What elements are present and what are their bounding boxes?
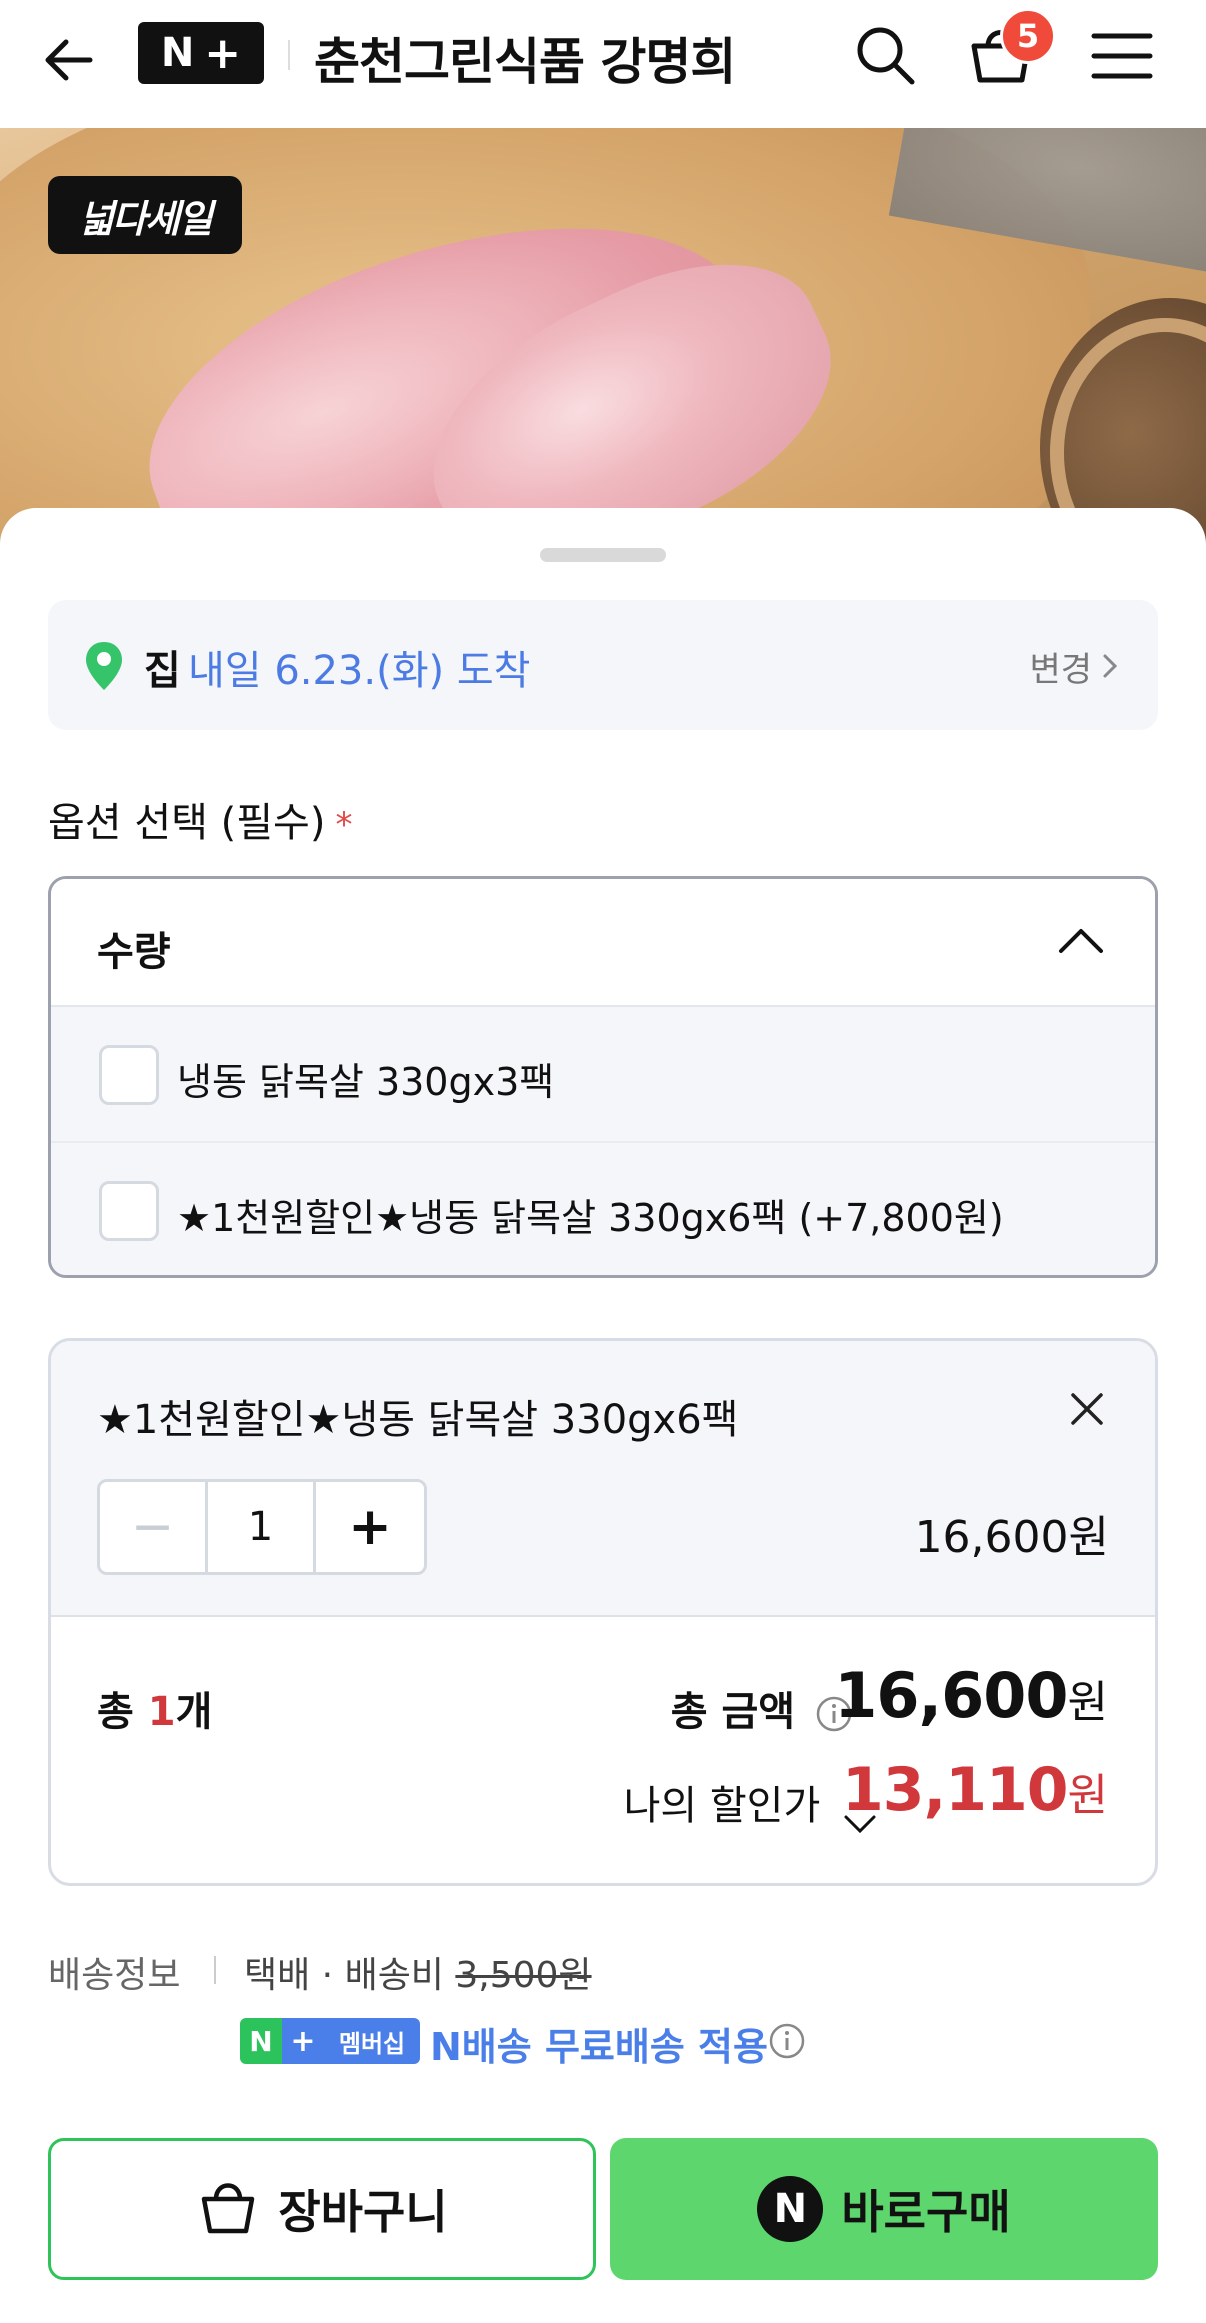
- option-dropdown-label: 수량: [97, 929, 171, 975]
- total-count-number: 1: [147, 1689, 176, 1735]
- chevron-up-icon[interactable]: [1057, 925, 1105, 955]
- selected-option-card: ★1천원할인★냉동 닭목살 330gx6팩 − 1 + 16,600원 총 1개…: [48, 1338, 1158, 1886]
- logo-n: N: [160, 30, 195, 76]
- info-icon[interactable]: [768, 2022, 806, 2060]
- decrease-quantity-button[interactable]: −: [100, 1482, 208, 1572]
- back-arrow-icon[interactable]: [40, 28, 104, 92]
- buy-button-label: 바로구매: [841, 2185, 1011, 2239]
- total-count-prefix: 총: [97, 1689, 148, 1735]
- shipping-info-label: 배송정보: [48, 1955, 181, 1996]
- delivery-place: 집: [144, 648, 181, 694]
- free-shipping-text: N배송 무료배송 적용: [430, 2025, 768, 2069]
- discount-amount-unit: 원: [1067, 1770, 1108, 1821]
- add-to-cart-button[interactable]: 장바구니: [48, 2138, 596, 2280]
- discount-amount: 13,110원: [841, 1755, 1108, 1825]
- change-address-link[interactable]: 변경: [1029, 642, 1092, 691]
- hamburger-menu-icon[interactable]: [1090, 28, 1154, 84]
- option-item-label: ★1천원할인★냉동 닭목살 330gx6팩 (+7,800원): [177, 1196, 1004, 1240]
- buy-now-button[interactable]: N 바로구매: [610, 2138, 1158, 2280]
- option-checkbox[interactable]: [99, 1181, 159, 1241]
- option-item[interactable]: ★1천원할인★냉동 닭목살 330gx6팩 (+7,800원): [51, 1143, 1155, 1275]
- close-icon[interactable]: [1067, 1389, 1107, 1429]
- membership-text: 멤버십: [324, 2018, 420, 2064]
- total-count: 총 1개: [97, 1679, 212, 1737]
- selected-item-name: ★1천원할인★냉동 닭목살 330gx6팩: [97, 1397, 739, 1443]
- naver-plus-logo[interactable]: N +: [138, 22, 264, 84]
- top-app-bar: N + 춘천그린식품 강명희 5: [0, 0, 1206, 128]
- quantity-value[interactable]: 1: [208, 1482, 316, 1572]
- option-title-text: 옵션 선택 (필수): [48, 800, 326, 846]
- header-divider: [288, 40, 290, 70]
- total-amount-value: 16,600: [834, 1659, 1068, 1732]
- membership-plus-mark: +: [282, 2018, 324, 2064]
- my-discount-label: 나의 할인가: [623, 1783, 821, 1829]
- cart-button-label: 장바구니: [278, 2185, 448, 2239]
- location-pin-icon: [84, 640, 124, 692]
- membership-badge: N + 멤버십: [240, 2018, 420, 2064]
- purchase-sheet: 집 내일 6.23.(화) 도착 변경 옵션 선택 (필수) * 수량 냉동 닭목…: [0, 508, 1206, 2323]
- logo-plus: +: [204, 27, 242, 79]
- option-item-label: 냉동 닭목살 330gx3팩: [177, 1060, 555, 1104]
- naver-pay-n-icon: N: [757, 2176, 824, 2242]
- option-section-title: 옵션 선택 (필수) *: [48, 790, 352, 848]
- chevron-right-icon: [1102, 652, 1118, 680]
- selected-item-row: ★1천원할인★냉동 닭목살 330gx6팩 − 1 + 16,600원: [51, 1341, 1155, 1617]
- total-amount: 16,600원: [834, 1659, 1108, 1732]
- increase-quantity-button[interactable]: +: [316, 1482, 424, 1572]
- required-mark: *: [335, 805, 353, 845]
- shipping-divider: [214, 1956, 216, 1984]
- total-amount-label: 총 금액: [671, 1679, 853, 1737]
- quantity-stepper: − 1 +: [97, 1479, 427, 1575]
- option-dropdown-header[interactable]: 수량: [51, 879, 1155, 1007]
- store-name[interactable]: 춘천그린식품 강명희: [314, 22, 736, 94]
- option-checkbox[interactable]: [99, 1045, 159, 1105]
- search-icon[interactable]: [850, 20, 920, 90]
- sale-badge: 넓다세일: [48, 176, 242, 254]
- shipping-fee-original: 3,500원: [455, 1955, 592, 1996]
- total-count-suffix: 개: [175, 1689, 213, 1735]
- selected-item-price: 16,600원: [914, 1512, 1109, 1563]
- cart-count-badge: 5: [1000, 8, 1056, 64]
- discount-amount-value: 13,110: [841, 1755, 1069, 1825]
- total-amount-label-text: 총 금액: [670, 1689, 796, 1735]
- shipping-method: 택배 · 배송비 3,500원: [244, 1946, 592, 1998]
- product-image: 넓다세일: [0, 128, 1206, 548]
- shipping-method-text: 택배 · 배송비: [244, 1955, 456, 1996]
- option-dropdown[interactable]: 수량 냉동 닭목살 330gx3팩 ★1천원할인★냉동 닭목살 330gx6팩 …: [48, 876, 1158, 1278]
- my-discount-toggle[interactable]: 나의 할인가: [623, 1773, 877, 1834]
- option-item[interactable]: 냉동 닭목살 330gx3팩: [51, 1007, 1155, 1143]
- sheet-drag-handle[interactable]: [540, 548, 666, 562]
- membership-n-mark: N: [240, 2018, 282, 2064]
- shopping-bag-icon: [196, 2175, 260, 2243]
- delivery-arrival: 내일 6.23.(화) 도착: [188, 648, 531, 694]
- delivery-address-card[interactable]: 집 내일 6.23.(화) 도착 변경: [48, 600, 1158, 730]
- total-amount-unit: 원: [1067, 1677, 1108, 1728]
